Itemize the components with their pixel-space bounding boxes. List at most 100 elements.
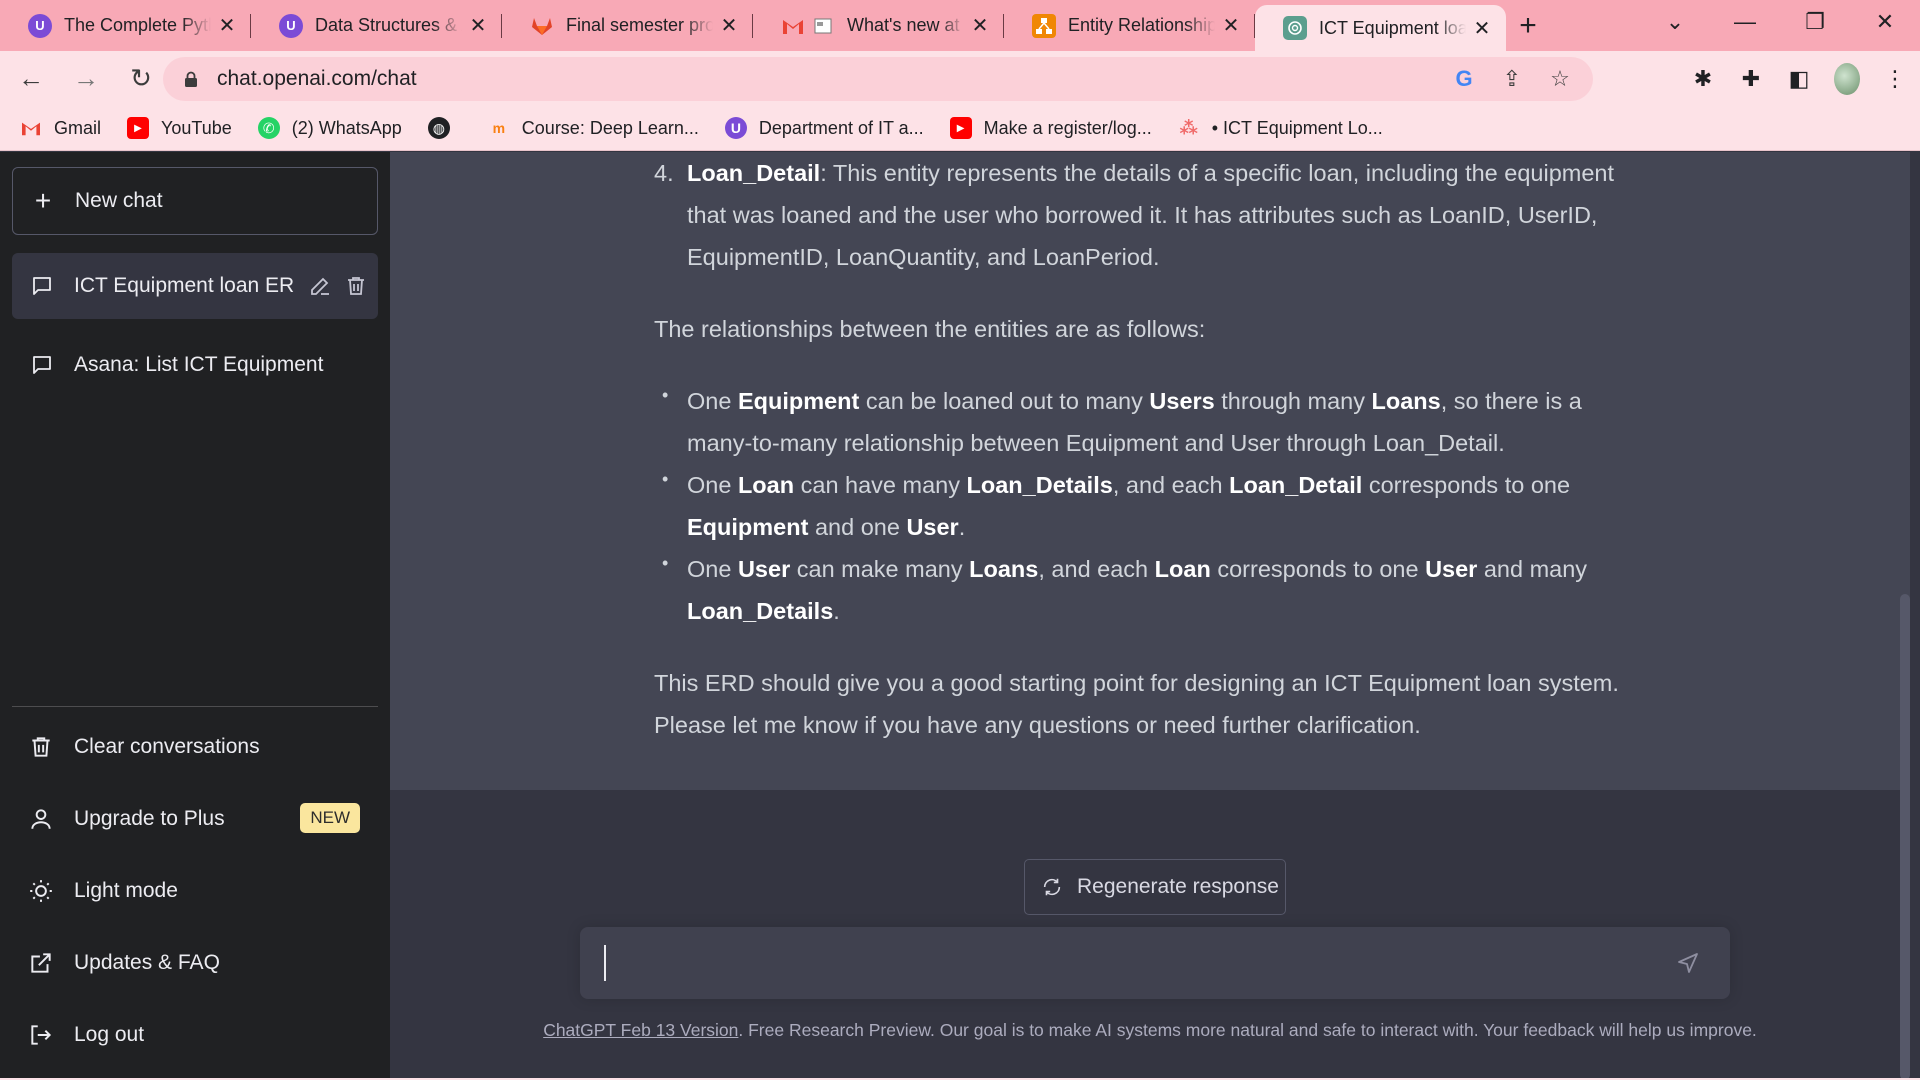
browser-tab[interactable]: Final semester project ✕ <box>502 0 753 51</box>
tab-title: ICT Equipment loan <box>1319 17 1466 38</box>
close-icon[interactable]: ✕ <box>217 15 237 37</box>
new-tab-button[interactable]: + <box>1506 0 1550 51</box>
clear-conversations-button[interactable]: Clear conversations <box>12 717 378 777</box>
restore-icon[interactable]: ❐ <box>1780 0 1850 44</box>
bookmark-label: (2) WhatsApp <box>291 117 402 138</box>
message-input[interactable] <box>580 927 1730 999</box>
chat-bubble-icon <box>33 356 51 374</box>
share-icon[interactable]: ⇪ <box>1499 66 1525 92</box>
conversation-item[interactable]: Asana: List ICT Equipment <box>12 332 378 398</box>
tab-search-icon[interactable]: ⌄ <box>1640 0 1710 44</box>
new-badge: NEW <box>300 803 360 833</box>
logout-label: Log out <box>74 1023 145 1046</box>
light-mode-button[interactable]: Light mode <box>12 861 378 921</box>
list-item: One Equipment can be loaned out to many … <box>654 374 1644 464</box>
youtube-icon: ▶ <box>127 117 150 139</box>
browser-tab[interactable]: U Data Structures & Algorithms ✕ <box>251 0 502 51</box>
relationships-intro: The relationships between the entities a… <box>654 316 1206 342</box>
gmail-icon <box>781 14 805 38</box>
list-number: 4. <box>654 160 674 186</box>
logout-button[interactable]: Log out <box>12 1005 378 1065</box>
bookmark-department[interactable]: U Department of IT a... <box>724 117 924 139</box>
entity-description: : This entity represents the details of … <box>687 160 1615 270</box>
conversation-title: ICT Equipment loan ER <box>74 274 295 297</box>
edit-pencil-icon[interactable] <box>308 274 332 298</box>
browser-tab[interactable]: Entity Relationship ✕ <box>1004 0 1255 51</box>
page-icon <box>811 14 835 38</box>
bookmark-register[interactable]: ▶ Make a register/log... <box>949 117 1152 139</box>
bookmark-gmail[interactable]: Gmail <box>20 117 101 139</box>
udemy-icon: U <box>28 13 52 38</box>
chat-bubble-icon <box>33 277 51 295</box>
external-link-icon <box>31 953 51 973</box>
bookmark-label: Course: Deep Learn... <box>521 117 699 138</box>
trash-icon[interactable] <box>344 274 368 298</box>
close-icon[interactable]: ✕ <box>468 15 488 37</box>
upgrade-button[interactable]: Upgrade to Plus NEW <box>12 789 378 849</box>
send-icon[interactable] <box>1676 951 1700 975</box>
bug-extension-icon[interactable]: ✱ <box>1690 66 1716 92</box>
conversation-item-active[interactable]: ICT Equipment loan ER <box>12 253 378 319</box>
close-icon[interactable]: ✕ <box>719 15 739 37</box>
bookmarks-bar: Gmail ▶ YouTube ✆ (2) WhatsApp ◍ m Cours… <box>0 106 1920 151</box>
browser-tab[interactable]: U The Complete Python ✕ <box>0 0 251 51</box>
bookmark-ict[interactable]: ⁂ • ICT Equipment Lo... <box>1178 117 1383 139</box>
window-close-icon[interactable]: ✕ <box>1850 0 1920 44</box>
message-content: 4. Loan_Detail: This entity represents t… <box>654 152 1644 746</box>
profile-avatar[interactable] <box>1834 63 1860 95</box>
bookmark-star-icon[interactable]: ☆ <box>1547 66 1573 92</box>
bookmark-label: Make a register/log... <box>983 117 1152 138</box>
list-item: One User can make many Loans, and each L… <box>654 542 1644 632</box>
close-icon[interactable]: ✕ <box>1472 18 1492 40</box>
updates-faq-link[interactable]: Updates & FAQ <box>12 933 378 993</box>
youtube-icon: ▶ <box>949 117 972 139</box>
bookmark-label: Gmail <box>54 117 102 138</box>
plus-icon: + <box>34 185 52 216</box>
forward-arrow-icon[interactable]: → <box>62 55 110 103</box>
udemy-icon: U <box>279 13 303 38</box>
gmail-icon <box>20 117 42 139</box>
side-panel-icon[interactable]: ◧ <box>1786 66 1812 92</box>
tab-title: Data Structures & Algorithms <box>315 15 462 35</box>
google-icon[interactable]: G <box>1451 66 1477 92</box>
scrollbar-thumb[interactable] <box>1900 594 1910 1080</box>
window-controls: ⌄ — ❐ ✕ <box>1640 0 1920 44</box>
bookmark-globe[interactable]: ◍ <box>427 117 462 139</box>
browser-tab[interactable]: What's new at M ✕ <box>753 0 1004 51</box>
regenerate-label: Regenerate response <box>1077 875 1279 898</box>
list-item: 4. Loan_Detail: This entity represents t… <box>654 152 1644 278</box>
footer-note: ChatGPT Feb 13 Version. Free Research Pr… <box>390 1020 1910 1041</box>
version-link[interactable]: ChatGPT Feb 13 Version <box>543 1020 738 1040</box>
assistant-message: 4. Loan_Detail: This entity represents t… <box>390 152 1910 790</box>
tab-title: Final semester project <box>566 15 713 35</box>
globe-icon: ◍ <box>427 117 450 139</box>
asana-icon: ⁂ <box>1179 117 1198 138</box>
sun-icon <box>30 880 52 902</box>
user-icon <box>31 809 51 829</box>
udemy-icon: U <box>724 117 747 139</box>
reload-icon[interactable]: ↻ <box>117 55 165 103</box>
menu-dots-icon[interactable]: ⋮ <box>1882 66 1908 92</box>
drawio-icon <box>1032 13 1056 38</box>
bookmark-whatsapp[interactable]: ✆ (2) WhatsApp <box>257 117 402 139</box>
close-icon[interactable]: ✕ <box>970 15 990 37</box>
refresh-icon <box>1043 878 1061 896</box>
address-bar[interactable]: chat.openai.com/chat G ⇪ ☆ <box>163 57 1593 101</box>
minimize-icon[interactable]: — <box>1710 0 1780 44</box>
bookmark-label: Department of IT a... <box>758 117 924 138</box>
bookmark-course[interactable]: m Course: Deep Learn... <box>488 117 699 139</box>
light-mode-label: Light mode <box>74 879 178 902</box>
new-chat-label: New chat <box>75 189 163 212</box>
new-chat-button[interactable]: + New chat <box>12 167 378 235</box>
bookmark-youtube[interactable]: ▶ YouTube <box>127 117 232 139</box>
back-arrow-icon[interactable]: ← <box>7 55 55 103</box>
regenerate-response-button[interactable]: Regenerate response <box>1024 859 1286 915</box>
updates-label: Updates & FAQ <box>74 951 220 974</box>
close-icon[interactable]: ✕ <box>1221 15 1241 37</box>
extensions-puzzle-icon[interactable]: ✚ <box>1738 66 1764 92</box>
sidebar: + New chat ICT Equipment loan ER Asana: … <box>0 152 390 1080</box>
relationship-list: One Equipment can be loaned out to many … <box>654 374 1644 632</box>
upgrade-label: Upgrade to Plus <box>74 807 225 830</box>
browser-tab-active[interactable]: ICT Equipment loan ✕ <box>1255 5 1506 51</box>
entity-name: Loan_Detail <box>687 160 821 186</box>
